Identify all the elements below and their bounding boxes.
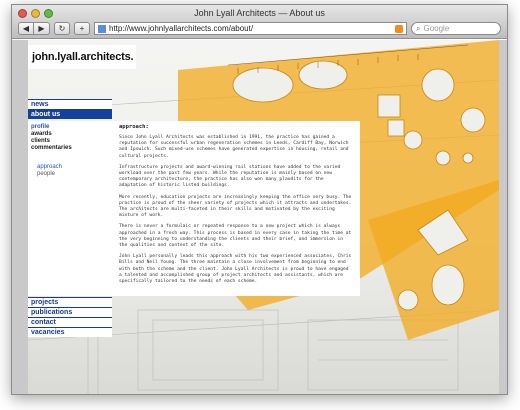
sub-navigation: profile awards clients commentaries appr… <box>28 121 112 296</box>
window-title: John Lyall Architects — About us <box>194 8 325 18</box>
nav-item-news[interactable]: news <box>28 99 112 109</box>
article-paragraph: More recently, education projects are in… <box>119 194 352 219</box>
url-text[interactable]: http://www.johnlyallarchitects.com/about… <box>109 24 395 33</box>
bottom-navigation: projects publications contact vacancies <box>28 297 112 337</box>
profile-subsections: approach people <box>37 164 109 178</box>
reload-button[interactable]: ↻ <box>54 22 70 35</box>
rss-icon[interactable] <box>395 24 403 33</box>
back-button[interactable]: ◀ <box>18 22 34 35</box>
favicon-icon <box>98 24 106 33</box>
subnav-item-commentaries[interactable]: commentaries <box>31 145 109 152</box>
article-heading: approach: <box>119 124 149 130</box>
subnav-item-awards[interactable]: awards <box>31 131 109 138</box>
top-navigation: news about us <box>28 99 112 119</box>
forward-button[interactable]: ▶ <box>34 22 50 35</box>
nav-item-contact[interactable]: contact <box>28 317 112 327</box>
nav-item-about-us[interactable]: about us <box>28 109 112 119</box>
subnav-item-clients[interactable]: clients <box>31 138 109 145</box>
site-logo[interactable]: john.lyall.architects. <box>28 45 136 69</box>
title-bar: John Lyall Architects — About us ◀ ▶ ↻ +… <box>12 5 507 39</box>
article-paragraph: John Lyall personally leads this approac… <box>119 254 352 285</box>
browser-window: John Lyall Architects — About us ◀ ▶ ↻ +… <box>11 4 508 395</box>
nav-item-publications[interactable]: publications <box>28 307 112 317</box>
search-icon: ⌕ <box>416 23 421 33</box>
approach-article: approach: Since John Lyall Architects wa… <box>112 121 360 296</box>
address-bar[interactable]: http://www.johnlyallarchitects.com/about… <box>94 22 407 35</box>
search-placeholder: Google <box>423 24 450 33</box>
browser-toolbar: ◀ ▶ ↻ + http://www.johnlyallarchitects.c… <box>18 21 501 36</box>
nav-item-projects[interactable]: projects <box>28 297 112 307</box>
article-paragraph: There is never a formulaic or repeated r… <box>119 224 352 249</box>
subnav-item-profile[interactable]: profile <box>31 124 109 131</box>
subnav-item-people[interactable]: people <box>37 171 109 178</box>
nav-item-vacancies[interactable]: vacancies <box>28 327 112 337</box>
add-bookmark-button[interactable]: + <box>74 22 90 35</box>
subnav-item-approach[interactable]: approach <box>37 164 109 171</box>
website-page: john.lyall.architects. news about us pro… <box>28 40 499 394</box>
search-field[interactable]: ⌕ Google <box>411 22 501 35</box>
page-viewport[interactable]: john.lyall.architects. news about us pro… <box>12 40 507 394</box>
history-buttons: ◀ ▶ <box>18 22 50 35</box>
logo-text: john.lyall.architects. <box>32 51 134 63</box>
article-paragraph: Infrastructure projects and award-winnin… <box>119 164 341 189</box>
article-paragraph: Since John Lyall Architects was establis… <box>119 135 349 159</box>
